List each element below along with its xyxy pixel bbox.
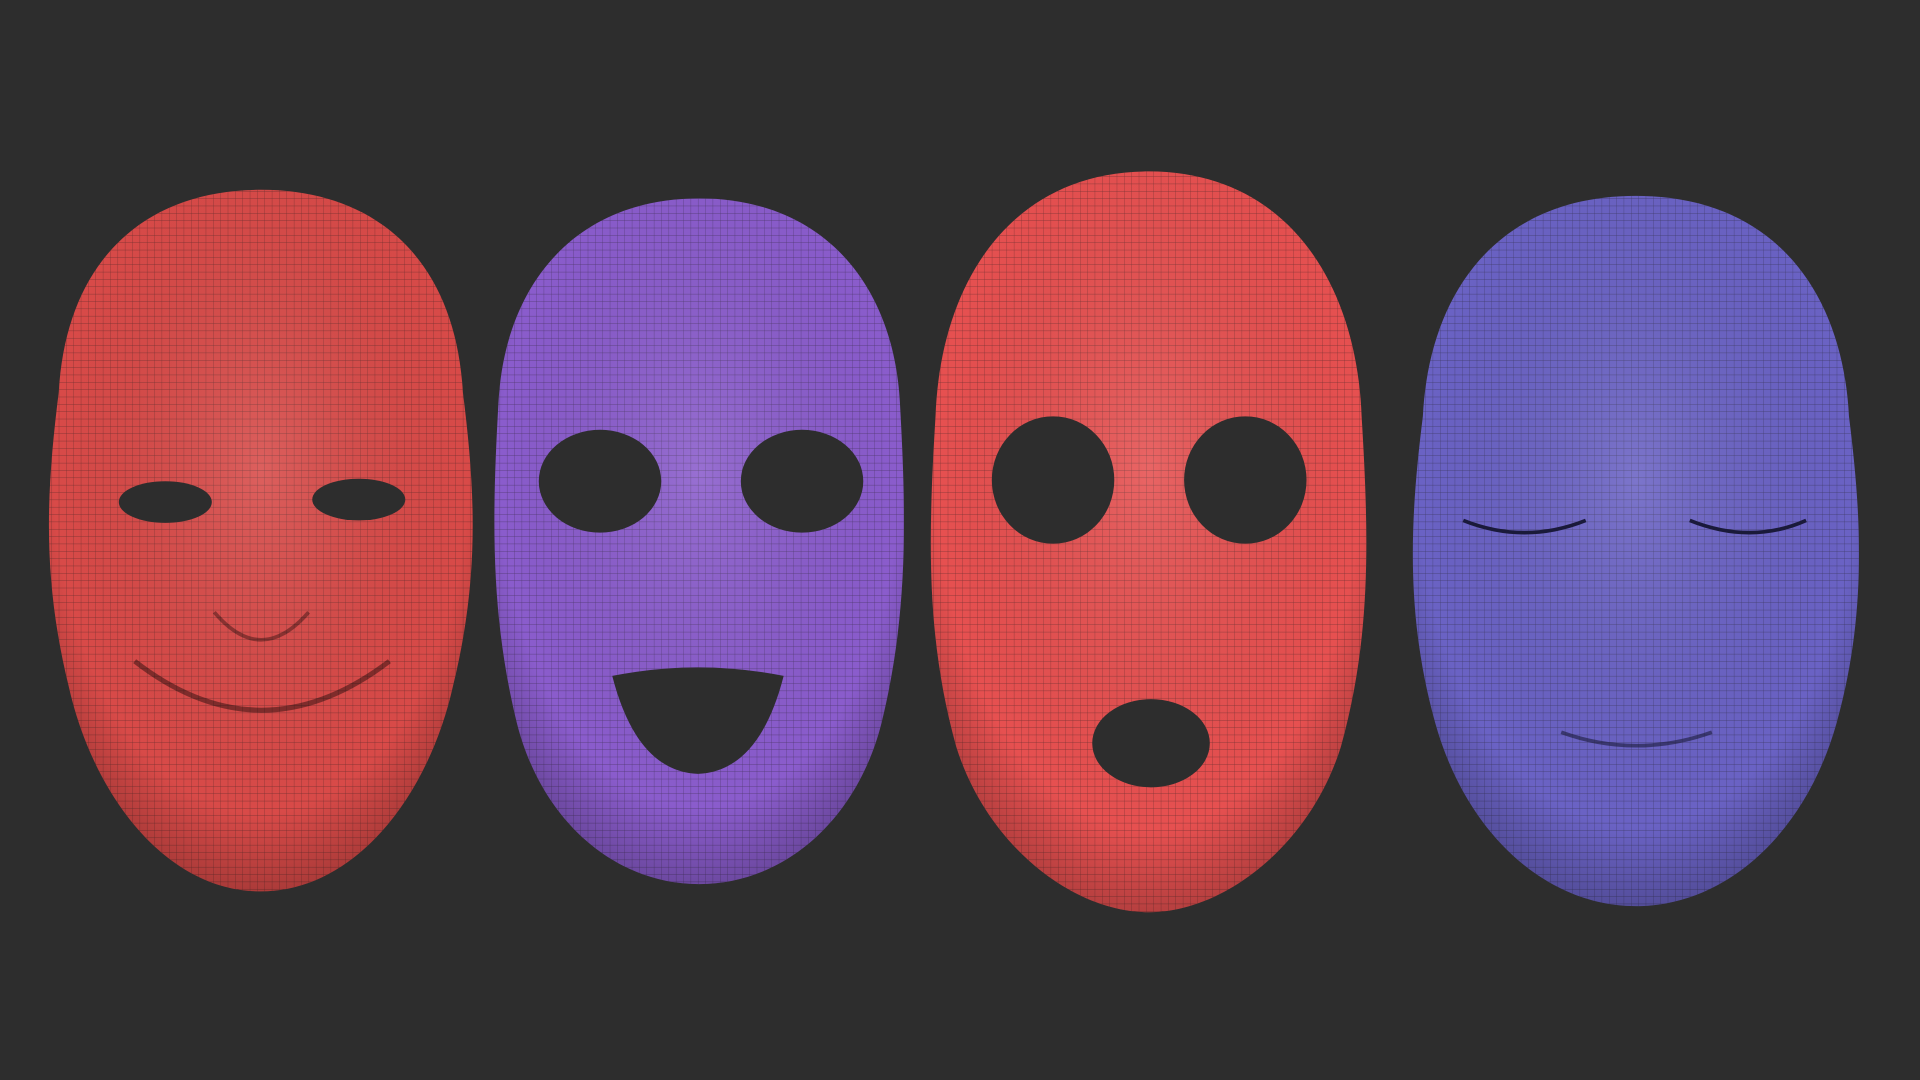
eye-hole-left (118, 481, 212, 523)
mask-serene-blue (1412, 195, 1860, 907)
eye-hole-right (312, 478, 406, 521)
mouth-hole (1092, 699, 1210, 788)
eye-hole-right (740, 429, 864, 533)
mask-laughing-purple (494, 198, 904, 885)
eye-hole-left (538, 429, 662, 533)
mask-render-canvas (0, 0, 1920, 1080)
mask-surprised-red (930, 171, 1367, 913)
mask-smiling-red (48, 189, 473, 892)
eye-hole-left (991, 416, 1115, 544)
eye-hole-right (1184, 416, 1307, 544)
